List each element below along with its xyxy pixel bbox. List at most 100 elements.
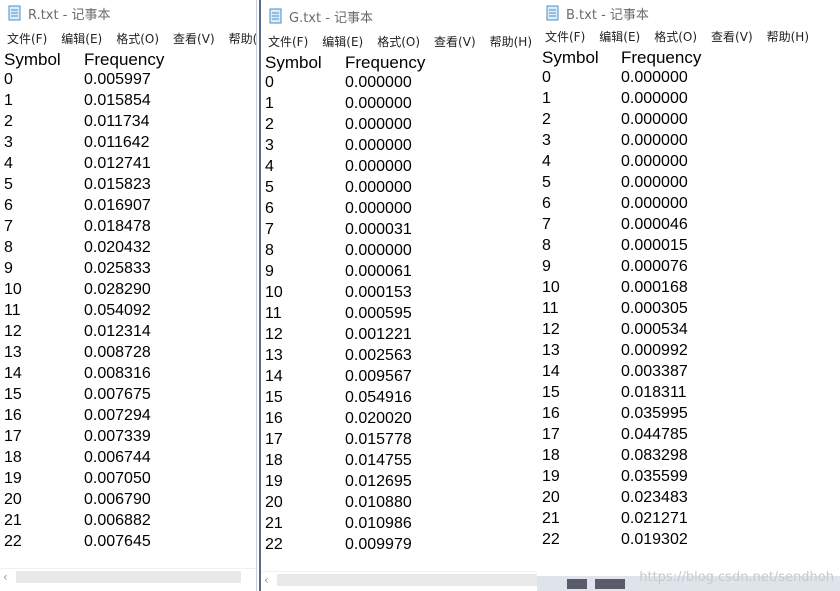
horizontal-scrollbar[interactable]: ‹ — [261, 571, 537, 588]
taskbar-thumbnail[interactable] — [567, 579, 587, 589]
frequency-cell: 0.083298 — [621, 447, 688, 464]
menu-file[interactable]: 文件(F) — [538, 28, 592, 45]
symbol-cell: 10 — [4, 281, 22, 298]
scroll-left-icon[interactable]: ‹ — [3, 570, 8, 584]
text-area[interactable]: Symbol Frequency 0 0.000000 1 0.000000 2 0.00… — [538, 48, 840, 576]
symbol-cell: 3 — [542, 132, 551, 149]
symbol-cell: 9 — [4, 260, 13, 277]
menu-edit[interactable]: 编辑(E) — [315, 33, 370, 50]
menu-help[interactable]: 帮助(H) — [760, 28, 816, 45]
menu-file[interactable]: 文件(F) — [0, 30, 54, 47]
menu-view[interactable]: 查看(V) — [704, 28, 760, 45]
frequency-cell: 0.021271 — [621, 510, 688, 527]
title-bar[interactable]: G.txt - 记事本 — [261, 3, 537, 29]
frequency-cell: 0.020432 — [84, 239, 151, 256]
menu-view[interactable]: 查看(V) — [166, 30, 222, 47]
frequency-header: Frequency — [345, 53, 426, 72]
frequency-cell: 0.000076 — [621, 258, 688, 275]
frequency-cell: 0.010880 — [345, 494, 412, 511]
frequency-cell: 0.028290 — [84, 281, 151, 298]
frequency-cell: 0.007050 — [84, 470, 151, 487]
symbol-header: Symbol — [542, 48, 599, 67]
symbol-cell: 5 — [542, 174, 551, 191]
menu-help[interactable]: 帮助(H) — [483, 33, 537, 50]
symbol-cell: 2 — [4, 113, 13, 130]
text-area[interactable]: Symbol Frequency 0 0.000000 1 0.000000 2 0.00… — [261, 53, 537, 573]
symbol-cell: 19 — [4, 470, 22, 487]
frequency-cell: 0.018311 — [621, 384, 687, 401]
frequency-cell: 0.023483 — [621, 489, 688, 506]
taskbar-thumbnail[interactable] — [595, 579, 625, 589]
menu-format[interactable]: 格式(O) — [109, 30, 166, 47]
frequency-cell: 0.025833 — [84, 260, 151, 277]
symbol-cell: 8 — [265, 242, 274, 259]
frequency-cell: 0.000000 — [345, 74, 412, 91]
symbol-cell: 11 — [4, 302, 21, 319]
title-bar[interactable]: R.txt - 记事本 — [0, 0, 256, 26]
menu-view[interactable]: 查看(V) — [427, 33, 483, 50]
symbol-cell: 1 — [265, 95, 274, 112]
frequency-cell: 0.000015 — [621, 237, 688, 254]
frequency-cell: 0.000046 — [621, 216, 688, 233]
symbol-cell: 22 — [542, 531, 560, 548]
symbol-cell: 9 — [542, 258, 551, 275]
frequency-cell: 0.000000 — [345, 137, 412, 154]
symbol-cell: 6 — [265, 200, 274, 217]
frequency-cell: 0.018478 — [84, 218, 151, 235]
frequency-cell: 0.044785 — [621, 426, 688, 443]
frequency-cell: 0.000992 — [621, 342, 688, 359]
symbol-header: Symbol — [4, 50, 61, 69]
scrollbar-track[interactable] — [277, 574, 537, 586]
frequency-cell: 0.000061 — [345, 263, 412, 280]
menu-format[interactable]: 格式(O) — [370, 33, 427, 50]
symbol-cell: 0 — [542, 69, 551, 86]
frequency-cell: 0.054092 — [84, 302, 151, 319]
menu-file[interactable]: 文件(F) — [261, 33, 315, 50]
scroll-left-icon[interactable]: ‹ — [264, 573, 269, 587]
frequency-cell: 0.015778 — [345, 431, 412, 448]
menu-help[interactable]: 帮助(H) — [222, 30, 256, 47]
symbol-cell: 4 — [542, 153, 551, 170]
symbol-cell: 16 — [265, 410, 283, 427]
symbol-cell: 12 — [265, 326, 283, 343]
frequency-cell: 0.000000 — [345, 242, 412, 259]
scrollbar-track[interactable] — [16, 571, 241, 583]
frequency-cell: 0.009567 — [345, 368, 412, 385]
frequency-cell: 0.016907 — [84, 197, 151, 214]
symbol-cell: 7 — [4, 218, 13, 235]
symbol-cell: 13 — [4, 344, 22, 361]
frequency-cell: 0.000031 — [345, 221, 412, 238]
frequency-cell: 0.010986 — [345, 515, 412, 532]
frequency-header: Frequency — [621, 48, 702, 67]
frequency-cell: 0.035995 — [621, 405, 688, 422]
frequency-cell: 0.000000 — [621, 174, 688, 191]
horizontal-scrollbar[interactable]: ‹ — [0, 568, 256, 585]
notepad-icon — [8, 5, 22, 21]
menu-format[interactable]: 格式(O) — [647, 28, 704, 45]
menu-bar: 文件(F) 编辑(E) 格式(O) 查看(V) 帮助(H) — [0, 28, 256, 48]
title-bar[interactable]: B.txt - 记事本 — [538, 0, 840, 26]
symbol-cell: 10 — [542, 279, 560, 296]
symbol-cell: 20 — [265, 494, 283, 511]
symbol-cell: 18 — [542, 447, 560, 464]
frequency-cell: 0.007294 — [84, 407, 151, 424]
symbol-cell: 1 — [4, 92, 13, 109]
frequency-cell: 0.011642 — [84, 134, 150, 151]
frequency-cell: 0.000595 — [345, 305, 412, 322]
menu-edit[interactable]: 编辑(E) — [592, 28, 647, 45]
symbol-cell: 10 — [265, 284, 283, 301]
frequency-cell: 0.000000 — [621, 90, 688, 107]
symbol-cell: 2 — [265, 116, 274, 133]
frequency-cell: 0.000000 — [345, 116, 412, 133]
symbol-cell: 3 — [265, 137, 274, 154]
frequency-cell: 0.006882 — [84, 512, 151, 529]
symbol-cell: 20 — [542, 489, 560, 506]
symbol-cell: 19 — [265, 473, 283, 490]
window-title: R.txt - 记事本 — [28, 7, 111, 23]
notepad-window-b: B.txt - 记事本 文件(F) 编辑(E) 格式(O) 查看(V) 帮助(H… — [538, 0, 840, 576]
frequency-cell: 0.014755 — [345, 452, 412, 469]
text-area[interactable]: Symbol Frequency 0 0.005997 1 0.015854 2 0.01… — [0, 50, 256, 573]
menu-edit[interactable]: 编辑(E) — [54, 30, 109, 47]
symbol-cell: 14 — [265, 368, 283, 385]
frequency-cell: 0.002563 — [345, 347, 412, 364]
